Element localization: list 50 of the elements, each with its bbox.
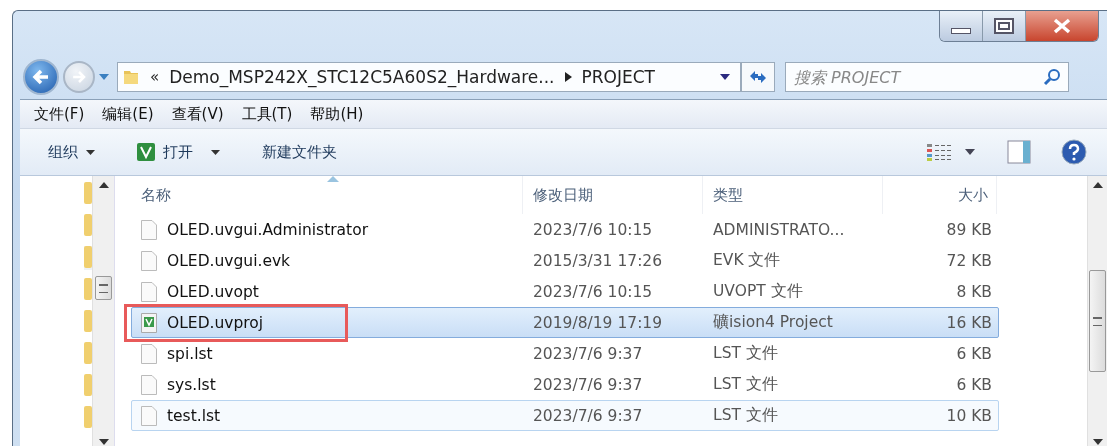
date-cell-text: 2023/7/6 9:37	[532, 405, 644, 427]
column-header[interactable]: 大小	[883, 176, 997, 214]
type-cell-text: LST 文件	[712, 343, 779, 364]
size-cell-text: 16 KB	[945, 312, 993, 334]
file-row[interactable]: OLED.uvgui.Administrator 2023/7/6 10:15 ADMINISTRATO... 89 KB	[131, 214, 999, 245]
date-cell-text: 2023/7/6 10:15	[532, 219, 654, 241]
menu-item[interactable]: 工具(T)	[241, 104, 293, 124]
column-header[interactable]: 修改日期	[523, 176, 703, 214]
size-cell-text: 6 KB	[955, 343, 993, 365]
file-row[interactable]: spi.lst 2023/7/6 9:37 LST 文件 6 KB	[131, 338, 999, 369]
menu-item[interactable]: 文件(F)	[34, 104, 85, 124]
file-name: OLED.uvgui.Administrator	[167, 220, 369, 239]
search-field[interactable]: 搜索 PROJECT	[785, 62, 1069, 92]
size-cell-text: 6 KB	[955, 374, 993, 396]
file-row[interactable]: sys.lst 2023/7/6 9:37 LST 文件 6 KB	[131, 369, 999, 400]
breadcrumb[interactable]: Demo_MSP242X_STC12C5A60S2_Hardware...	[169, 67, 555, 87]
address-bar[interactable]: « Demo_MSP242X_STC12C5A60S2_Hardware... PROJECT	[117, 62, 741, 92]
breadcrumb[interactable]: PROJECT	[581, 67, 655, 87]
date-cell-text: 2023/7/6 9:37	[532, 343, 644, 365]
file-name: OLED.uvgui.evk	[167, 251, 291, 270]
size-cell-text: 89 KB	[945, 219, 993, 241]
new-folder-button[interactable]: 新建文件夹	[254, 138, 345, 166]
file-name: OLED.uvproj	[167, 313, 264, 332]
menu-item[interactable]: 查看(V)	[171, 104, 224, 124]
breadcrumb-overflow[interactable]: «	[150, 68, 160, 86]
column-header[interactable]: 类型	[703, 176, 883, 214]
file-row[interactable]: OLED.uvopt 2023/7/6 10:15 UVOPT 文件 8 KB	[131, 276, 999, 307]
file-row[interactable]: OLED.uvgui.evk 2015/3/31 17:26 EVK 文件 72 KB	[131, 245, 999, 276]
type-cell-text: EVK 文件	[712, 250, 782, 271]
organize-button[interactable]: 组织	[40, 138, 103, 166]
menu-item[interactable]: 编辑(E)	[102, 104, 154, 124]
date-cell-text: 2023/7/6 10:15	[532, 281, 654, 303]
file-name: OLED.uvopt	[167, 282, 259, 301]
menu-item[interactable]: 帮助(H)	[310, 104, 364, 124]
file-name: spi.lst	[167, 344, 213, 363]
file-row[interactable]: test.lst 2023/7/6 9:37 LST 文件 10 KB	[131, 400, 999, 431]
date-cell-text: 2019/8/19 17:19	[532, 312, 664, 334]
size-cell-text: 8 KB	[955, 281, 993, 303]
size-cell-text: 10 KB	[945, 405, 993, 427]
date-cell-text: 2023/7/6 9:37	[532, 374, 644, 396]
open-button[interactable]: 打开	[129, 138, 228, 166]
file-name: sys.lst	[167, 375, 216, 394]
type-cell-text: LST 文件	[712, 374, 779, 395]
type-cell-text: LST 文件	[712, 405, 779, 426]
type-cell-text: ADMINISTRATO...	[712, 219, 846, 241]
type-cell-text: UVOPT 文件	[712, 281, 804, 302]
type-cell-text: 礦ision4 Project	[712, 312, 834, 333]
date-cell-text: 2015/3/31 17:26	[532, 250, 664, 272]
size-cell-text: 72 KB	[945, 250, 993, 272]
file-name: test.lst	[167, 406, 221, 425]
